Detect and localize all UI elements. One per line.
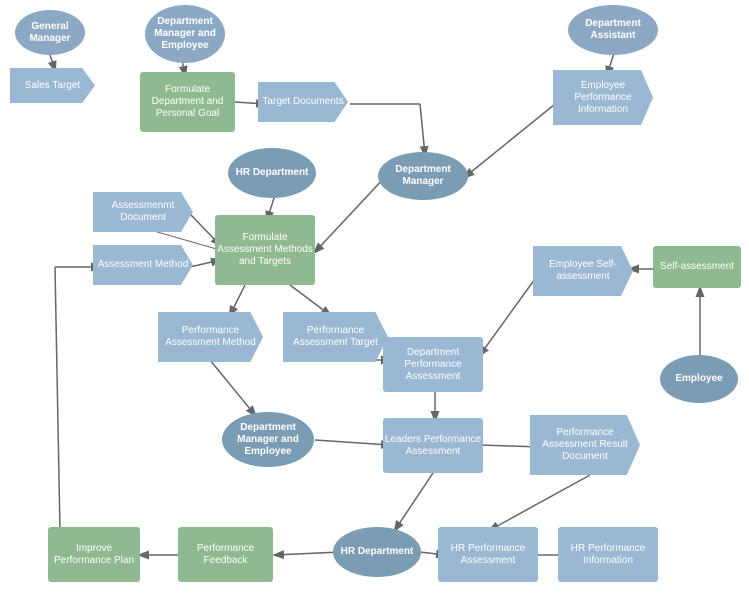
formulate-dept-goal-node: Formulate Department and Personal Goal: [140, 72, 235, 132]
perf-assessment-target-node: Performance Assessment Target: [283, 312, 388, 362]
assessment-method-node: Assessment Method: [93, 245, 193, 285]
employee-self-assessment-node: Employee Self-assessment: [533, 246, 633, 296]
dept-manager-employee-bottom-node: Department Manager and Employee: [222, 412, 314, 467]
hr-perf-assessment-node: HR Performance Assessment: [438, 527, 538, 582]
hr-perf-info-node: HR Performance Information: [558, 527, 658, 582]
hr-dept-bottom-node: HR Department: [333, 527, 421, 577]
dept-assistant-node: Department Assistant: [568, 5, 658, 55]
assessment-document-node: Assessmenmt Document: [93, 192, 193, 232]
dept-perf-assessment-node: Department Performance Assessment: [383, 337, 483, 392]
improve-perf-node: Improve Performance Plan: [48, 527, 140, 582]
employee-node: Employee: [660, 355, 738, 403]
dept-manager-mid-node: Department Manager: [378, 152, 468, 200]
perf-feedback-node: Performance Feedback: [178, 527, 273, 582]
perf-result-doc-node: Performance Assessment Result Document: [530, 415, 640, 475]
dept-manager-employee-top-node: Department Manager and Employee: [145, 5, 225, 63]
sales-target-node: Sales Target: [10, 68, 95, 103]
leaders-perf-node: Leaders Performance Assessment: [383, 418, 483, 473]
perf-assessment-method-node: Performance Assessment Method: [158, 312, 263, 362]
diagram: General Manager Department Manager and E…: [0, 0, 749, 604]
target-documents-node: Target Documents: [258, 82, 348, 122]
general-manager-node: General Manager: [15, 10, 85, 55]
employee-perf-info-node: Employee Performance Information: [553, 70, 653, 125]
formulate-assessment-node: Formulate Assessment Methods and Targets: [215, 215, 315, 285]
self-assessment-node: Self-assessment: [653, 246, 741, 288]
hr-dept-top-node: HR Department: [228, 148, 316, 198]
